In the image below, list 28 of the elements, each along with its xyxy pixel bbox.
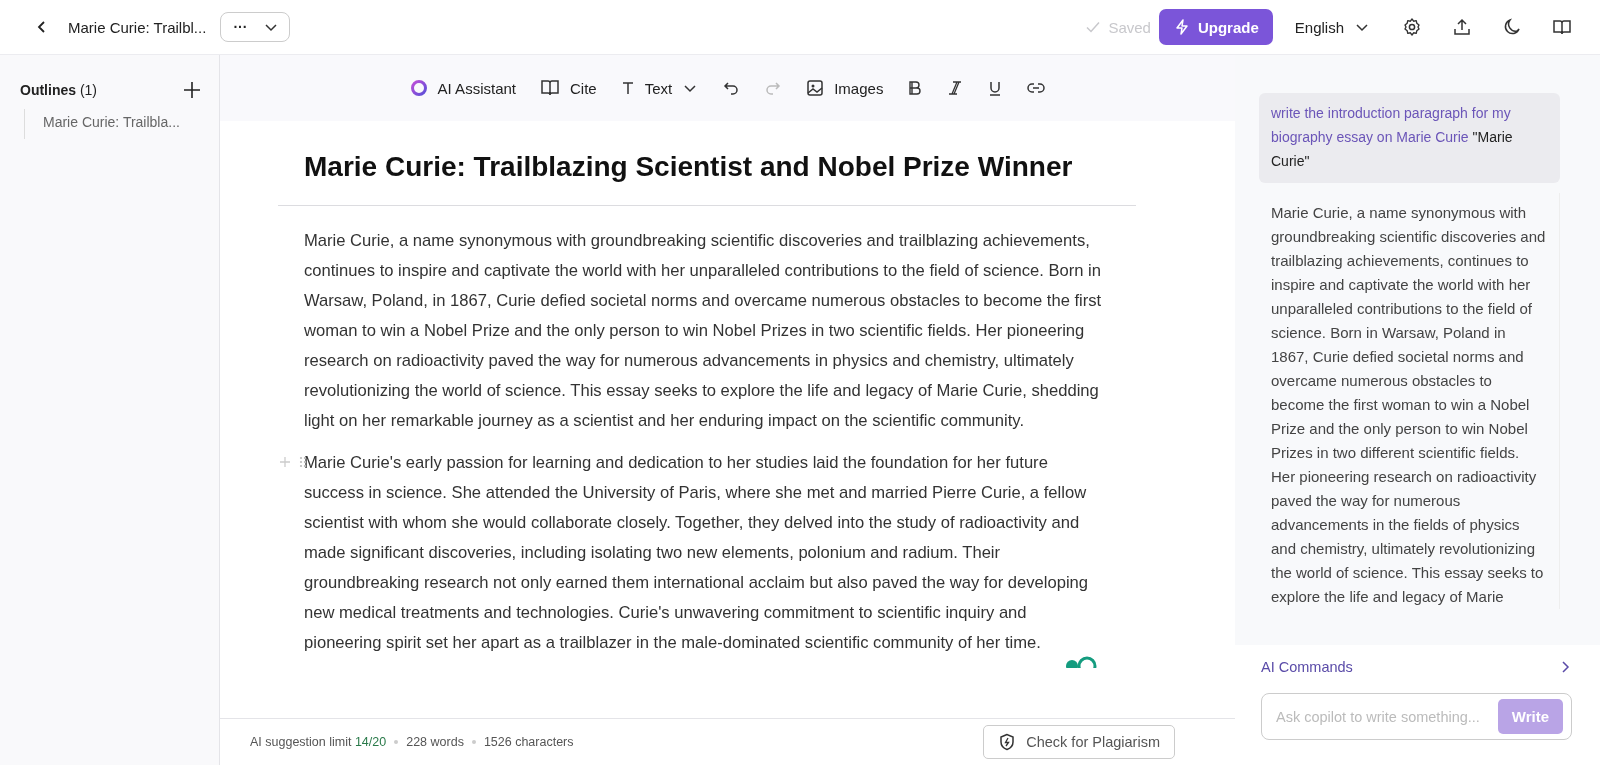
more-dropdown[interactable]: ··· [220, 12, 291, 42]
document-heading: Marie Curie: Trailblazing Scientist and Nobel Prize Winner [304, 151, 1074, 183]
undo-icon[interactable] [722, 79, 741, 97]
paragraph-text: Marie Curie, a name synonymous with groundbreaking scientific discoveries and trailblazing achievements, continues to inspire and captivate the world with her unparalleled contributions to the field of science. Born in Warsaw, Poland, in 1867, Curie defied societal norms and overcame numerous obstacles to become the first woman to win a Nobel Prize and the only person to win Nobel Prizes in two scientific fields. Her pioneering research on radioactivity paved the way for numerous advancements in physics and chemistry, ultimately revolutionizing the world of science. This essay seeks to explore the life and legacy of Marie Curie, shedding light on her remarkable journey as a scientist and her enduring impact on the scientific community. [304, 230, 1103, 432]
ai-assistant-button[interactable]: AI Assistant [409, 79, 516, 97]
text-style-dropdown[interactable]: Text [620, 79, 699, 97]
book-icon [540, 79, 560, 97]
prompt-message: write the introduction paragraph for my biography essay on Marie Curie "Marie Curie" [1259, 93, 1560, 183]
images-button[interactable]: Images [806, 79, 884, 97]
paragraph-text: Marie Curie's early passion for learning and dedication to her studies laid the foundation for her future success in science. She attended the University of Paris, where she met and married Pierre Curie, a fellow scientist with whom she would collaborate closely. Together, they delved into the study of radioactivity and made significant discoveries, including isolating two new elements, polonium and radium. Their groundbreaking research not only earned them international acclaim but also paved the way for developing new medical treatments and technologies. Curie's unwavering commitment to scientific inquiry and pioneering spirit set her apart as a trailblazer in the male-dominated scientific community of her time. [304, 452, 1090, 654]
ring-icon [409, 79, 428, 97]
bold-icon[interactable] [907, 80, 924, 96]
ai-commands-link[interactable]: AI Commands [1261, 659, 1572, 675]
image-icon [806, 79, 825, 97]
cite-button[interactable]: Cite [540, 79, 597, 97]
word-count: 228 words [406, 735, 464, 749]
outlines-heading: Outlines (1) [20, 82, 98, 98]
italic-icon[interactable] [947, 80, 964, 96]
language-dropdown[interactable]: English [1294, 18, 1370, 36]
upgrade-button[interactable]: Upgrade [1158, 9, 1273, 45]
outline-item[interactable]: Marie Curie: Trailbla... [43, 114, 180, 130]
text-icon [620, 80, 635, 96]
check-plagiarism-button[interactable]: Check for Plagiarism [983, 725, 1175, 759]
character-count: 1526 characters [483, 735, 574, 749]
link-icon[interactable] [1027, 80, 1046, 96]
document-title: Marie Curie: Trailbl... [68, 18, 207, 36]
shield-icon [998, 733, 1017, 751]
suggestion-limit-text: AI suggestion limit 14/20 [250, 735, 387, 749]
